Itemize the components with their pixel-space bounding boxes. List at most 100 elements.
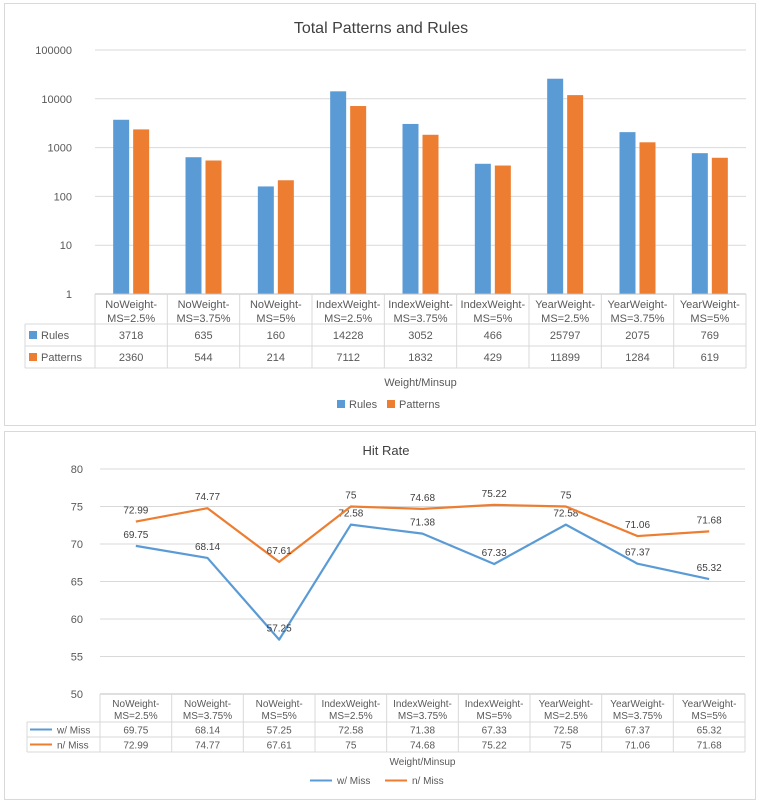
data-label: 67.33 bbox=[482, 548, 507, 559]
table-series-label: w/ Miss bbox=[56, 726, 90, 737]
bar-rules bbox=[474, 163, 491, 294]
x-category-label: NoWeight- bbox=[184, 699, 231, 710]
y-tick-label: 75 bbox=[71, 502, 83, 514]
x-category-label: MS=5% bbox=[477, 711, 512, 722]
x-category-label: NoWeight- bbox=[105, 299, 157, 311]
table-value: 74.68 bbox=[410, 741, 435, 752]
bar-rules bbox=[691, 153, 708, 294]
y-tick-label: 100000 bbox=[35, 45, 72, 57]
x-category-label: IndexWeight- bbox=[393, 699, 452, 710]
x-category-label: MS=2.5% bbox=[114, 711, 158, 722]
bar-rules bbox=[619, 132, 636, 294]
data-label: 75 bbox=[560, 491, 572, 502]
data-label: 68.14 bbox=[195, 542, 220, 553]
table-value: 25797 bbox=[550, 330, 581, 342]
table-value: 57.25 bbox=[267, 726, 292, 737]
table-value: 214 bbox=[267, 352, 285, 364]
y-tick-label: 1 bbox=[66, 289, 72, 301]
table-value: 544 bbox=[194, 352, 212, 364]
x-category-label: MS=3.75% bbox=[176, 313, 230, 325]
x-axis-title: Weight/Minsup bbox=[384, 377, 457, 389]
x-category-label: IndexWeight- bbox=[388, 299, 453, 311]
hit-rate-chart: Hit Rate 50 55 60 65 70 75 80 69.75 68.14 57.25 72.… bbox=[26, 443, 746, 787]
y-tick-label: 100 bbox=[54, 191, 72, 203]
x-category-label: MS=5% bbox=[262, 711, 297, 722]
y-tick-label: 80 bbox=[71, 464, 83, 476]
x-category-label: YearWeight- bbox=[610, 699, 664, 710]
y-tick-label: 10 bbox=[60, 240, 72, 252]
x-category-label: MS=5% bbox=[256, 313, 295, 325]
x-category-label: MS=5% bbox=[473, 313, 512, 325]
y-tick-label: 10000 bbox=[41, 94, 72, 106]
x-category-label: MS=2.5% bbox=[541, 313, 589, 325]
data-label: 71.38 bbox=[410, 518, 435, 529]
x-category-label: MS=3.75% bbox=[398, 711, 447, 722]
data-label: 75 bbox=[345, 491, 357, 502]
bar-patterns bbox=[422, 134, 439, 294]
y-tick-label: 65 bbox=[71, 577, 83, 589]
bar-patterns bbox=[350, 106, 367, 295]
legend-label: Patterns bbox=[399, 399, 440, 411]
data-label: 72.99 bbox=[123, 506, 148, 517]
x-category-label: NoWeight- bbox=[178, 299, 230, 311]
bar-patterns bbox=[133, 129, 150, 294]
table-legend-key bbox=[29, 353, 37, 361]
x-category-label: IndexWeight- bbox=[465, 699, 524, 710]
table-value: 74.77 bbox=[195, 741, 220, 752]
chart-panel-patterns-rules: Total Patterns and Rules 1 10 100 1000 10000 1… bbox=[4, 3, 756, 426]
table-value: 71.68 bbox=[697, 741, 722, 752]
bar-rules bbox=[547, 78, 564, 294]
x-category-label: MS=3.75% bbox=[393, 313, 447, 325]
x-category-label: YearWeight- bbox=[539, 699, 593, 710]
x-category-label: MS=2.5% bbox=[544, 711, 588, 722]
table-value: 635 bbox=[194, 330, 212, 342]
patterns-rules-chart: Total Patterns and Rules 1 10 100 1000 10000 1… bbox=[24, 20, 747, 411]
table-value: 3718 bbox=[119, 330, 143, 342]
table-value: 67.61 bbox=[267, 741, 292, 752]
legend-label: n/ Miss bbox=[412, 776, 444, 787]
table-series-label: Patterns bbox=[41, 352, 82, 364]
legend-key bbox=[387, 400, 395, 408]
data-label: 69.75 bbox=[123, 530, 148, 541]
table-value: 2360 bbox=[119, 352, 143, 364]
table-value: 1284 bbox=[625, 352, 649, 364]
bar-patterns bbox=[277, 180, 294, 294]
bar-rules bbox=[185, 157, 202, 294]
y-tick-label: 1000 bbox=[48, 143, 72, 155]
table-value: 769 bbox=[701, 330, 719, 342]
table-value: 160 bbox=[267, 330, 285, 342]
data-label: 57.25 bbox=[267, 624, 292, 635]
table-series-label: n/ Miss bbox=[57, 741, 89, 752]
table-value: 75.22 bbox=[482, 741, 507, 752]
x-axis-title: Weight/Minsup bbox=[390, 757, 456, 768]
table-series-label: Rules bbox=[41, 330, 70, 342]
table-value: 71.06 bbox=[625, 741, 650, 752]
table-value: 429 bbox=[484, 352, 502, 364]
x-category-label: YearWeight- bbox=[682, 699, 736, 710]
y-tick-label: 50 bbox=[71, 689, 83, 701]
bar-patterns bbox=[639, 142, 656, 294]
table-value: 72.58 bbox=[338, 726, 363, 737]
table-value: 72.99 bbox=[123, 741, 148, 752]
x-category-label: YearWeight- bbox=[608, 299, 668, 311]
data-label: 67.61 bbox=[267, 546, 292, 557]
legend-label: w/ Miss bbox=[336, 776, 370, 787]
table-value: 3052 bbox=[408, 330, 432, 342]
x-category-label: MS=5% bbox=[692, 711, 727, 722]
table-value: 67.37 bbox=[625, 726, 650, 737]
chart-title: Hit Rate bbox=[363, 443, 410, 458]
chart-panel-hit-rate: Hit Rate 50 55 60 65 70 75 80 69.75 68.14 57.25 72.… bbox=[4, 431, 756, 800]
table-value: 2075 bbox=[625, 330, 649, 342]
x-category-label: MS=3.75% bbox=[610, 313, 664, 325]
table-value: 14228 bbox=[333, 330, 364, 342]
x-category-label: MS=2.5% bbox=[324, 313, 372, 325]
data-label: 74.77 bbox=[195, 492, 220, 503]
bar-patterns bbox=[567, 95, 584, 295]
bar-rules bbox=[402, 123, 419, 295]
y-tick-label: 60 bbox=[71, 614, 83, 626]
bar-patterns bbox=[711, 157, 728, 294]
x-category-label: NoWeight- bbox=[250, 299, 302, 311]
x-category-label: MS=3.75% bbox=[183, 711, 232, 722]
table-value: 11899 bbox=[550, 352, 580, 364]
bar-rules bbox=[330, 91, 347, 295]
